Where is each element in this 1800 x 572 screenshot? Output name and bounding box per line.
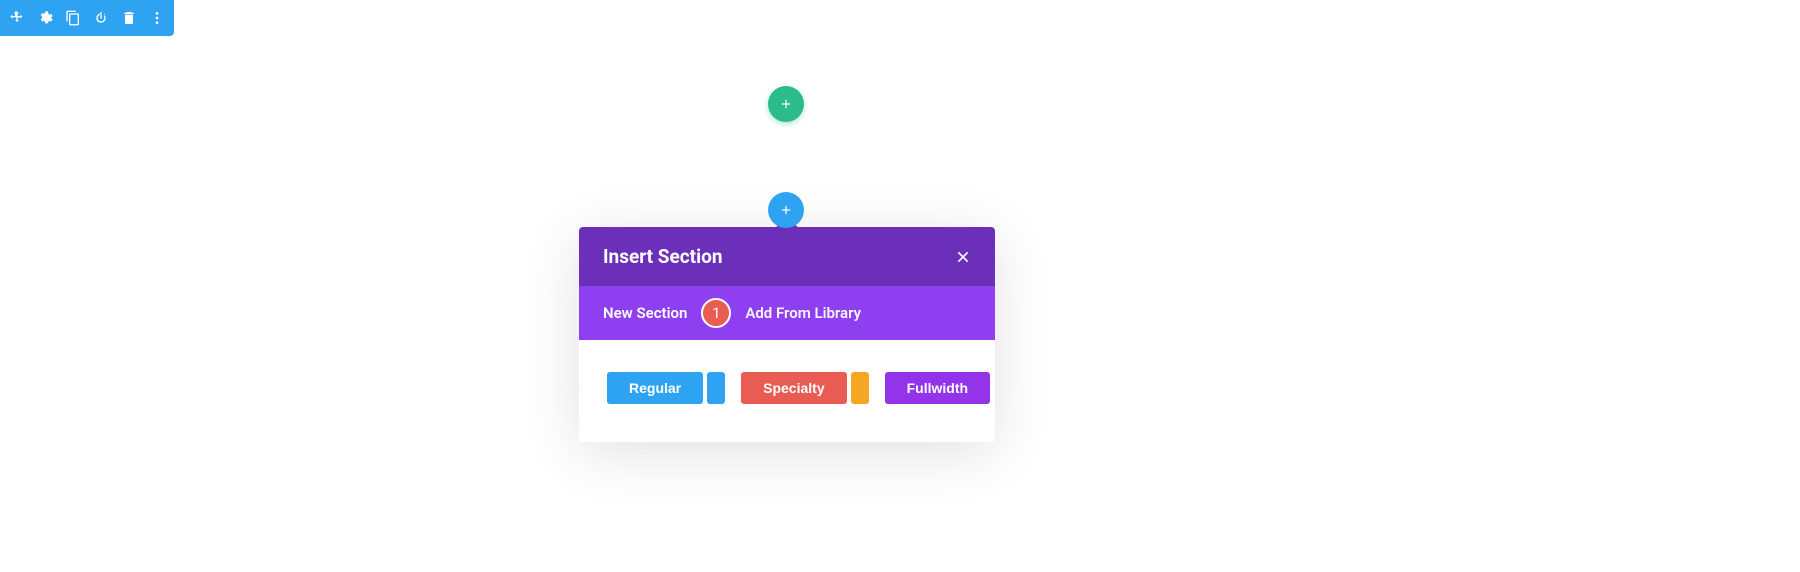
add-section-button[interactable]	[768, 192, 804, 228]
power-icon[interactable]	[92, 9, 110, 27]
regular-button-group: Regular	[607, 372, 725, 404]
close-icon[interactable]	[955, 249, 971, 265]
add-row-button[interactable]	[768, 86, 804, 122]
panel-body: Regular Specialty Fullwidth	[579, 340, 995, 442]
insert-section-panel: Insert Section New Section 1 Add From Li…	[579, 227, 995, 442]
specialty-dropdown-stub[interactable]	[851, 372, 869, 404]
duplicate-icon[interactable]	[64, 9, 82, 27]
more-icon[interactable]	[148, 9, 166, 27]
tab-add-from-library[interactable]: Add From Library	[745, 304, 861, 322]
fullwidth-button[interactable]: Fullwidth	[885, 372, 990, 404]
section-toolbar	[0, 0, 174, 36]
panel-tabs: New Section 1 Add From Library	[579, 286, 995, 340]
tab-new-section[interactable]: New Section	[603, 304, 687, 322]
step-badge: 1	[701, 298, 731, 328]
move-icon[interactable]	[8, 9, 26, 27]
regular-dropdown-stub[interactable]	[707, 372, 725, 404]
regular-button[interactable]: Regular	[607, 372, 703, 404]
gear-icon[interactable]	[36, 9, 54, 27]
panel-title: Insert Section	[603, 245, 723, 268]
trash-icon[interactable]	[120, 9, 138, 27]
specialty-button[interactable]: Specialty	[741, 372, 846, 404]
panel-header: Insert Section	[579, 227, 995, 286]
specialty-button-group: Specialty	[741, 372, 868, 404]
